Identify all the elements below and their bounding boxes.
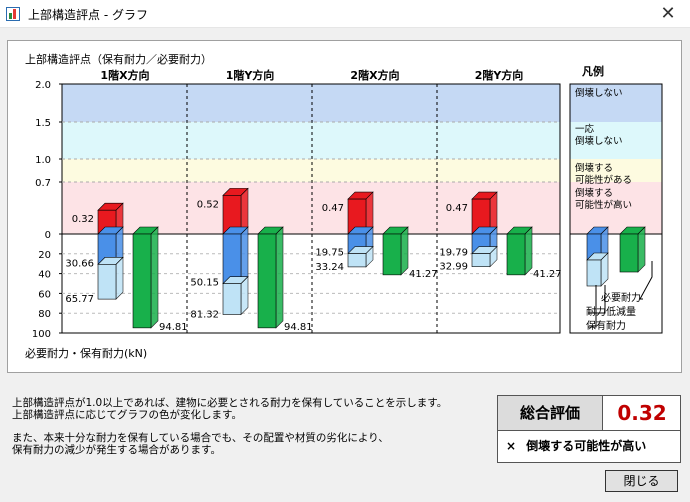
- legend-band-label: 可能性がある: [575, 174, 632, 186]
- category-label: 1階X方向: [100, 68, 149, 82]
- required-capacity-bar-1: [257, 233, 277, 329]
- evaluation-score: 0.32: [603, 396, 681, 431]
- score-band-2: [62, 159, 560, 182]
- legend-band-label: 倒壊しない: [575, 135, 623, 147]
- score-value-label: 0.52: [197, 199, 219, 210]
- evaluation-label: 総合評価: [498, 396, 603, 431]
- legend-reduction-bar: [586, 259, 602, 287]
- evaluation-result-text: 倒壊する可能性が高い: [526, 439, 647, 453]
- retained-value-label: 30.66: [65, 258, 94, 269]
- close-button[interactable]: 閉じる: [605, 470, 678, 492]
- window-title: 上部構造評点 - グラフ: [28, 8, 148, 22]
- force-axis-label: 必要耐力・保有耐力(kN): [25, 346, 147, 360]
- required-capacity-bar-1-side: [275, 226, 284, 329]
- retained-capacity-bar-1: [222, 233, 242, 284]
- required-value-label: 94.81: [284, 322, 313, 333]
- required-capacity-bar-0: [132, 233, 152, 329]
- legend-required-bar-side: [637, 226, 646, 273]
- close-window-icon[interactable]: ✕: [646, 0, 690, 28]
- force-tick-label: 40: [38, 270, 51, 281]
- required-capacity-bar-2-side: [400, 226, 409, 276]
- reduction-bar-2: [347, 253, 367, 268]
- force-tick-label: 100: [32, 329, 51, 340]
- required-capacity-bar-2: [382, 233, 402, 276]
- required-capacity-bar-0-side: [150, 226, 159, 329]
- note-line-4: 保有耐力の減少が発生する場合があります。: [12, 444, 221, 456]
- required-value-label: 41.27: [409, 269, 438, 280]
- score-tick-label: 2.0: [35, 80, 51, 91]
- chart-title: 上部構造評点（保有耐力／必要耐力）: [25, 52, 212, 66]
- retained-value-label: 19.79: [439, 248, 468, 259]
- evaluation-mark: ×: [506, 439, 517, 453]
- legend-band-label: 一応: [575, 123, 595, 135]
- reduction-bar-0-side: [115, 256, 124, 300]
- note-line-1: 上部構造評点が1.0以上であれば、建物に必要とされる耐力を保有していることを示し…: [12, 397, 448, 409]
- legend-band-label: 可能性が高い: [575, 199, 632, 211]
- reduction-bar-1: [222, 283, 242, 315]
- retained-value-label: 19.75: [315, 248, 344, 259]
- evaluation-result: × 倒壊する可能性が高い: [506, 437, 646, 454]
- reduction-value-label: 33.24: [315, 262, 344, 273]
- score-value-label: 0.47: [322, 203, 344, 214]
- note-line-2: 上部構造評点に応じてグラフの色が変化します。: [12, 409, 242, 421]
- required-capacity-bar-3: [506, 233, 526, 276]
- force-tick-label: 60: [38, 289, 51, 300]
- chart-app-icon: [6, 7, 20, 21]
- legend-label-retained: 保有耐力: [586, 319, 626, 332]
- reduction-bar-0: [97, 264, 117, 300]
- force-tick-label: 80: [38, 309, 51, 320]
- required-capacity-bar-3-side: [524, 226, 533, 276]
- legend-band-label: 倒壊しない: [575, 87, 623, 99]
- category-label: 1階Y方向: [226, 68, 275, 82]
- overall-evaluation: 総合評価 0.32 × 倒壊する可能性が高い: [497, 395, 681, 463]
- score-value-label: 0.47: [446, 203, 468, 214]
- score-value-label: 0.32: [72, 214, 94, 225]
- required-value-label: 94.81: [159, 322, 188, 333]
- chart-panel: 上部構造評点（保有耐力／必要耐力） 2.0 1.5 1.0 0.7 0 20 40 60 80 10…: [7, 40, 682, 373]
- retained-value-label: 50.15: [190, 278, 219, 289]
- required-value-label: 41.27: [533, 269, 562, 280]
- legend-label-reduction: 耐力低減量: [586, 305, 636, 318]
- title-bar: 上部構造評点 - グラフ ✕: [0, 0, 690, 28]
- legend-required-bar: [619, 233, 639, 273]
- category-label: 2階X方向: [350, 68, 399, 82]
- reduction-value-label: 32.99: [439, 262, 468, 273]
- reduction-value-label: 65.77: [65, 294, 94, 305]
- score-chart: 上部構造評点（保有耐力／必要耐力） 2.0 1.5 1.0 0.7 0 20 40 60 80 10…: [25, 52, 663, 360]
- legend-band-label: 倒壊する: [575, 187, 613, 199]
- score-band-1: [62, 122, 560, 159]
- score-tick-label: 1.5: [35, 118, 51, 129]
- legend-band-label: 倒壊する: [575, 162, 613, 174]
- score-tick-label: 0.7: [35, 178, 51, 189]
- legend-label-required: 必要耐力: [601, 291, 641, 304]
- legend-title: 凡例: [582, 64, 604, 78]
- score-tick-label: 1.0: [35, 155, 51, 166]
- score-tick-label: 0: [45, 230, 51, 241]
- retained-capacity-bar-1-side: [240, 226, 249, 285]
- force-tick-label: 20: [38, 250, 51, 261]
- score-band-0: [62, 84, 560, 122]
- category-label: 2階Y方向: [475, 68, 524, 82]
- reduction-bar-3: [471, 253, 491, 267]
- reduction-value-label: 81.32: [190, 310, 219, 321]
- note-line-3: また、本来十分な耐力を保有している場合でも、その配置や材質の劣化により、: [12, 432, 389, 444]
- reduction-bar-1-side: [240, 275, 249, 316]
